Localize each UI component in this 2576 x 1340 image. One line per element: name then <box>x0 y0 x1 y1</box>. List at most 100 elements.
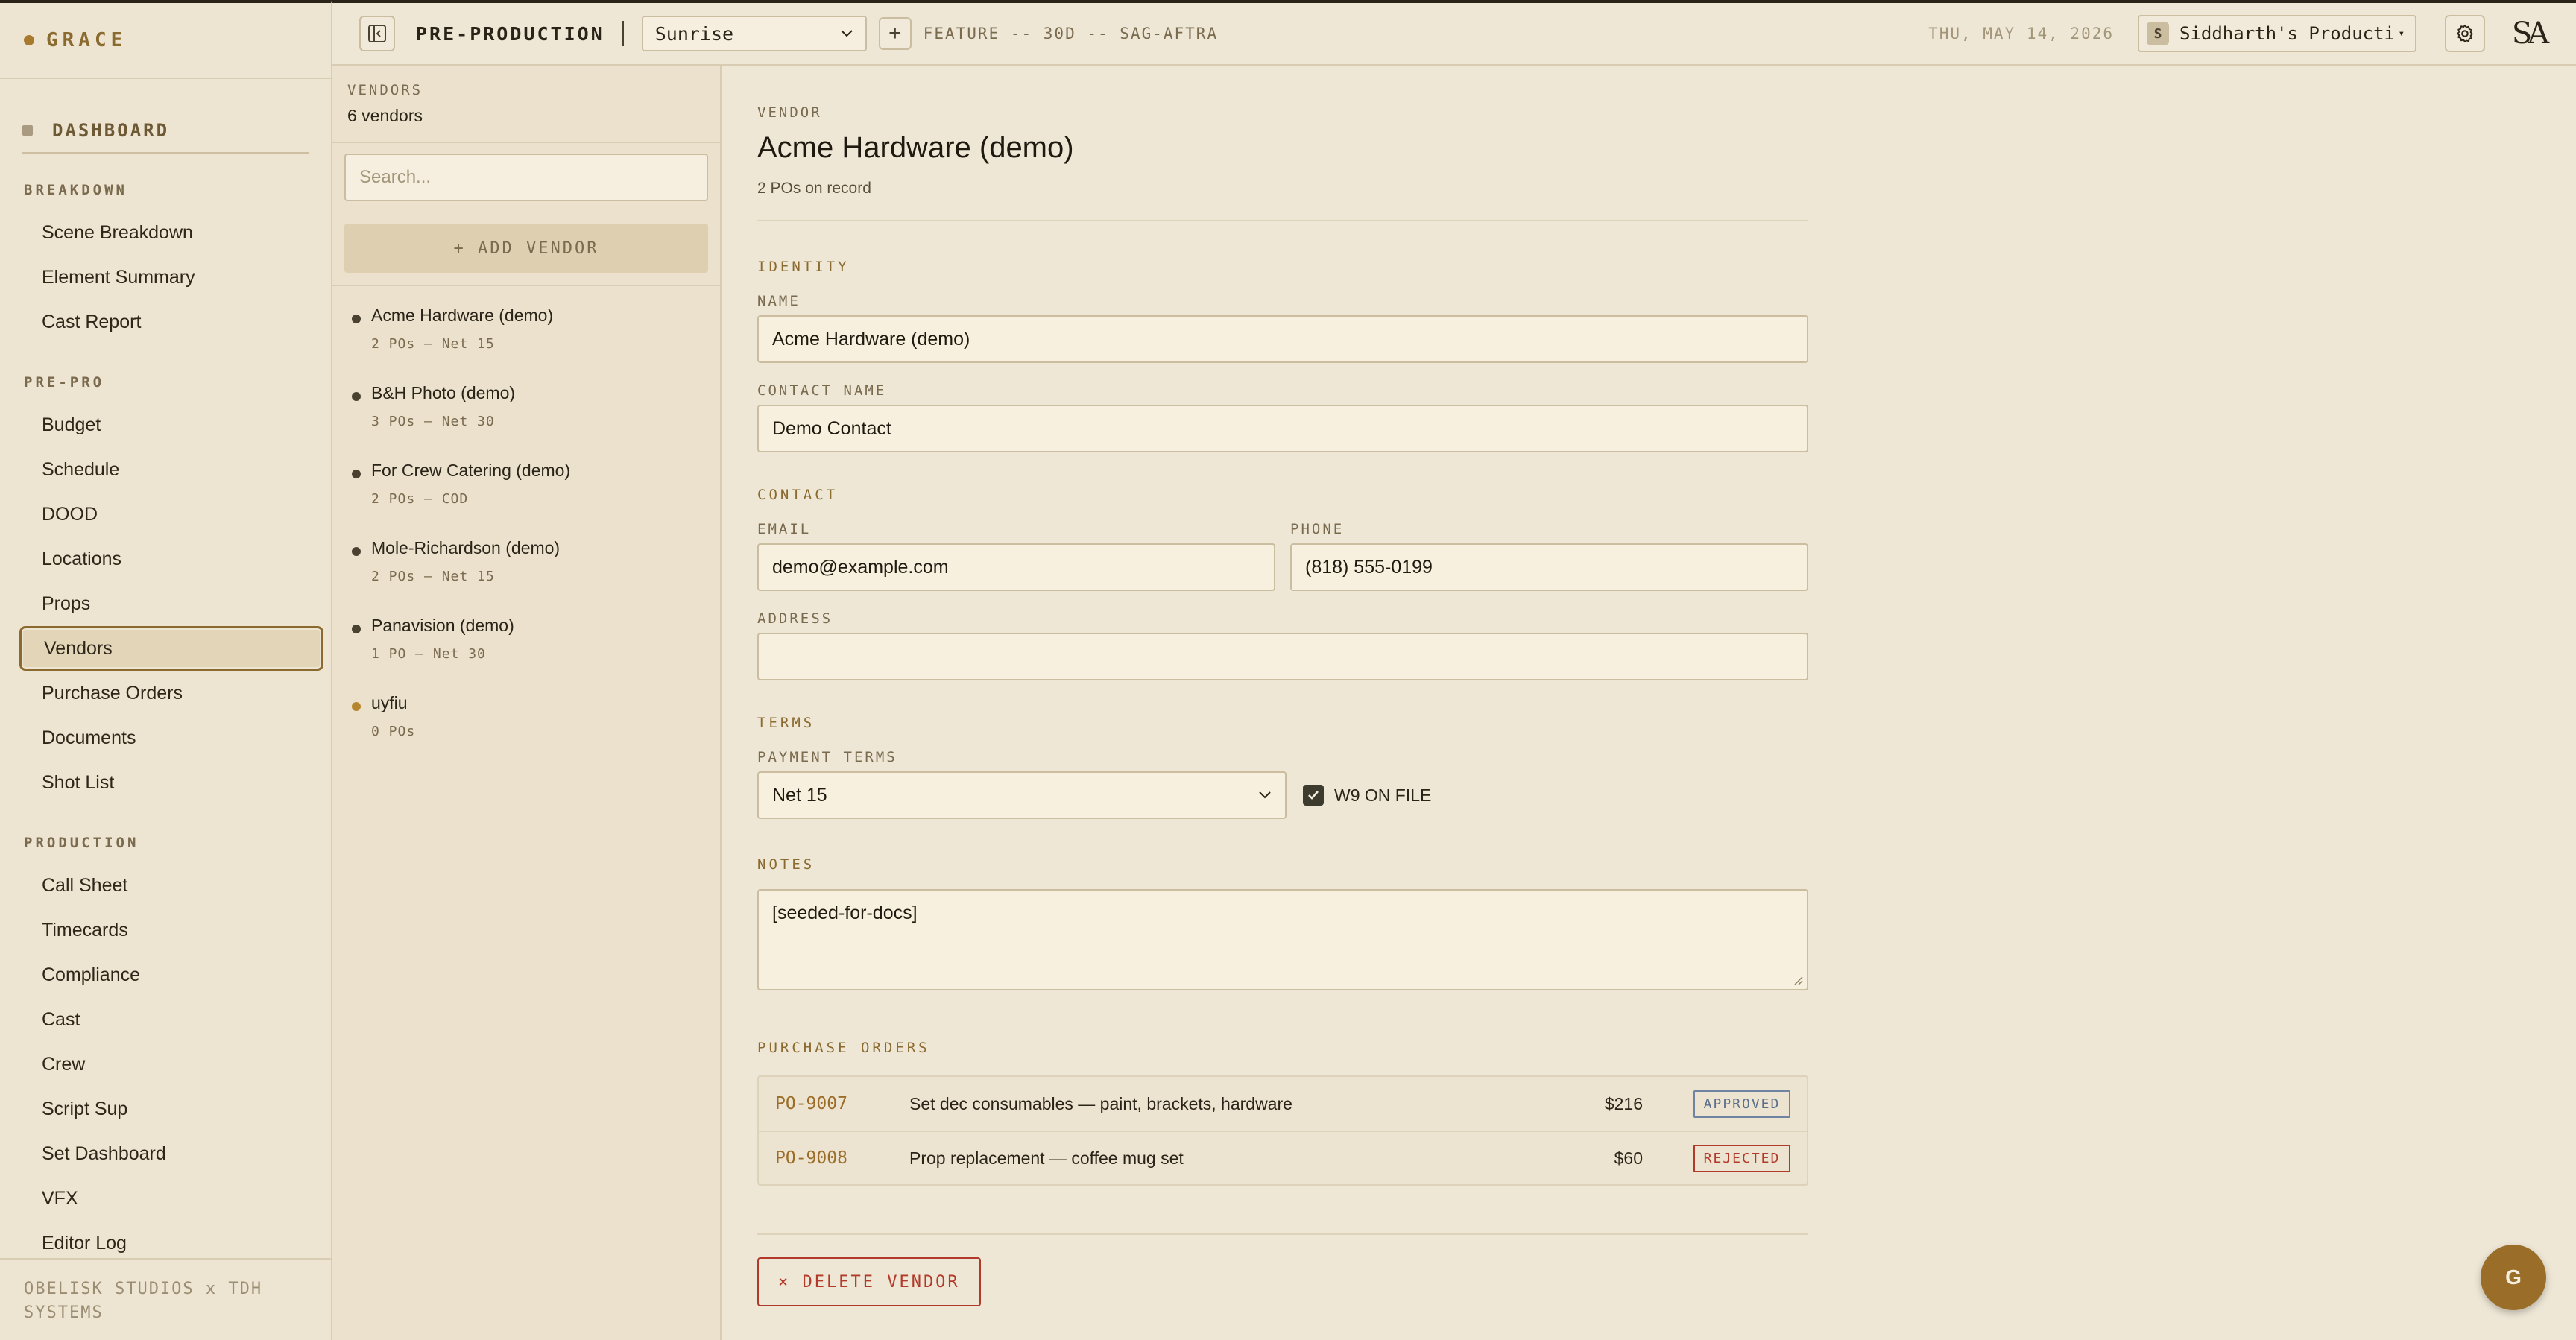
table-row[interactable]: PO-9007 Set dec consumables — paint, bra… <box>759 1077 1807 1131</box>
breadcrumb: PRE-PRODUCTION <box>416 22 604 45</box>
sidebar-item-purchase-orders[interactable]: Purchase Orders <box>19 671 323 715</box>
vendor-name: uyfiu <box>371 693 408 712</box>
field-label-email: EMAIL <box>757 521 812 537</box>
vendor-name: Acme Hardware (demo) <box>371 306 554 325</box>
vendor-list-item[interactable]: Mole-Richardson (demo) 2 POs — Net 15 <box>332 522 720 599</box>
bullet-icon <box>352 702 361 711</box>
vendor-detail: VENDOR Acme Hardware (demo) 2 POs on rec… <box>722 66 2576 1340</box>
purchase-orders-table: PO-9007 Set dec consumables — paint, bra… <box>757 1075 1808 1186</box>
sidebar-item-props[interactable]: Props <box>19 581 323 626</box>
vendor-name: Mole-Richardson (demo) <box>371 538 561 557</box>
payment-terms-select[interactable]: Net 15 <box>757 771 1287 819</box>
section-label-breakdown: BREAKDOWN <box>24 182 127 198</box>
brand-dot-icon <box>24 35 34 45</box>
sidebar-item-call-sheet[interactable]: Call Sheet <box>19 863 323 908</box>
section-label-notes: NOTES <box>757 856 815 873</box>
vendor-summary: 0 POs <box>371 724 416 739</box>
add-project-button[interactable]: + <box>878 17 912 50</box>
page-title: Acme Hardware (demo) <box>757 131 1074 164</box>
notes-value: [seeded-for-docs] <box>772 903 918 923</box>
vendor-summary: 3 POs — Net 30 <box>371 414 495 429</box>
contact-row: EMAIL demo@example.com PHONE (818) 555-0… <box>757 521 1808 591</box>
sidebar-item-script-sup[interactable]: Script Sup <box>19 1087 323 1131</box>
sidebar-item-schedule[interactable]: Schedule <box>19 447 323 492</box>
bullet-icon <box>352 392 361 401</box>
sidebar-item-dashboard[interactable]: DASHBOARD <box>22 109 309 154</box>
project-select[interactable]: Sunrise <box>641 16 867 51</box>
sidebar-item-budget[interactable]: Budget <box>19 402 323 447</box>
contact-name-field[interactable]: Demo Contact <box>757 405 1808 452</box>
sidebar-item-timecards[interactable]: Timecards <box>19 908 323 952</box>
field-label-contact-name: CONTACT NAME <box>757 382 887 399</box>
vendor-list-item[interactable]: B&H Photo (demo) 3 POs — Net 30 <box>332 367 720 444</box>
po-id-link[interactable]: PO-9007 <box>775 1094 909 1113</box>
vendor-list-item[interactable]: Panavision (demo) 1 PO — Net 30 <box>332 599 720 677</box>
vendor-list-item[interactable]: uyfiu 0 POs <box>332 677 720 754</box>
field-label-phone: PHONE <box>1290 521 1345 537</box>
sidebar-item-locations[interactable]: Locations <box>19 537 323 581</box>
vendor-name-field[interactable]: Acme Hardware (demo) <box>757 315 1808 363</box>
sidebar-item-cast-report[interactable]: Cast Report <box>19 300 323 344</box>
vendor-list-item[interactable]: For Crew Catering (demo) 2 POs — COD <box>332 444 720 522</box>
w9-checkbox[interactable] <box>1303 785 1324 806</box>
vendor-list-item[interactable]: Acme Hardware (demo) 2 POs — Net 15 <box>332 289 720 367</box>
sidebar-item-shot-list[interactable]: Shot List <box>19 760 323 805</box>
sidebar-item-dood[interactable]: DOOD <box>19 492 323 537</box>
status-badge: REJECTED <box>1693 1144 1790 1172</box>
sidebar-item-vendors[interactable]: Vendors <box>19 626 323 671</box>
project-select-value: Sunrise <box>654 22 734 45</box>
brand[interactable]: GRACE <box>0 3 331 79</box>
sidebar-item-documents[interactable]: Documents <box>19 715 323 760</box>
brand-name: GRACE <box>46 29 127 51</box>
po-amount: $216 <box>1604 1093 1643 1113</box>
plus-icon: + <box>888 21 902 45</box>
vendor-list-header: VENDORS 6 vendors <box>332 66 720 143</box>
field-label-address: ADDRESS <box>757 610 833 627</box>
sidebar-item-scene-breakdown[interactable]: Scene Breakdown <box>19 210 323 255</box>
phone-field[interactable]: (818) 555-0199 <box>1290 543 1808 591</box>
email-field[interactable]: demo@example.com <box>757 543 1275 591</box>
vendor-list-panel: VENDORS 6 vendors Search... + ADD VENDOR… <box>332 66 722 1340</box>
sidebar-item-set-dashboard[interactable]: Set Dashboard <box>19 1131 323 1176</box>
bullet-icon <box>352 625 361 633</box>
project-meta: FEATURE -- 30D -- SAG-AFTRA <box>923 25 1219 42</box>
collapse-sidebar-button[interactable] <box>359 16 395 51</box>
sidebar-footer: OBELISK STUDIOS x TDH SYSTEMS <box>0 1258 331 1340</box>
resize-handle-icon[interactable] <box>1792 974 1804 986</box>
section-label-purchase-orders: PURCHASE ORDERS <box>757 1040 930 1056</box>
sidebar-item-compliance[interactable]: Compliance <box>19 952 323 997</box>
table-row[interactable]: PO-9008 Prop replacement — coffee mug se… <box>759 1131 1807 1184</box>
org-name: Siddharth's Producti… <box>2179 23 2393 44</box>
section-label-terms: TERMS <box>757 715 815 731</box>
vendor-summary: 2 POs — Net 15 <box>371 336 495 352</box>
sidebar-item-element-summary[interactable]: Element Summary <box>19 255 323 300</box>
gear-icon <box>2457 24 2473 43</box>
field-label-name: NAME <box>757 293 801 309</box>
add-vendor-button[interactable]: + ADD VENDOR <box>344 224 708 273</box>
section-label-production: PRODUCTION <box>24 835 139 851</box>
section-label-identity: IDENTITY <box>757 259 850 275</box>
po-id-link[interactable]: PO-9008 <box>775 1148 909 1168</box>
vendor-name: For Crew Catering (demo) <box>371 461 571 480</box>
page-subtitle: 2 POs on record <box>757 180 871 197</box>
vendor-search-input[interactable]: Search... <box>344 154 708 201</box>
sidebar-item-vfx[interactable]: VFX <box>19 1176 323 1221</box>
assistant-fab-button[interactable]: G <box>2481 1245 2546 1310</box>
sidebar-toggle-icon <box>368 25 386 42</box>
notes-textarea[interactable]: [seeded-for-docs] <box>757 889 1808 990</box>
delete-vendor-button[interactable]: × DELETE VENDOR <box>757 1257 981 1306</box>
sidebar: GRACE DASHBOARD BREAKDOWN Scene Breakdow… <box>0 0 332 1340</box>
sidebar-item-crew[interactable]: Crew <box>19 1042 323 1087</box>
sidebar-item-cast[interactable]: Cast <box>19 997 323 1042</box>
org-switcher[interactable]: S Siddharth's Producti… ▾ <box>2138 15 2416 52</box>
address-field[interactable] <box>757 633 1808 680</box>
chevron-down-icon <box>841 30 853 37</box>
settings-button[interactable] <box>2445 15 2485 52</box>
po-description: Prop replacement — coffee mug set <box>909 1148 1184 1168</box>
section-label-pre-pro: PRE-PRO <box>24 374 105 391</box>
sidebar-item-label: DASHBOARD <box>52 120 170 141</box>
field-label-payment-terms: PAYMENT TERMS <box>757 749 897 765</box>
user-avatar[interactable]: SA <box>2507 13 2549 54</box>
w9-label: W9 ON FILE <box>1334 785 1432 805</box>
chevron-down-icon <box>1259 791 1271 799</box>
